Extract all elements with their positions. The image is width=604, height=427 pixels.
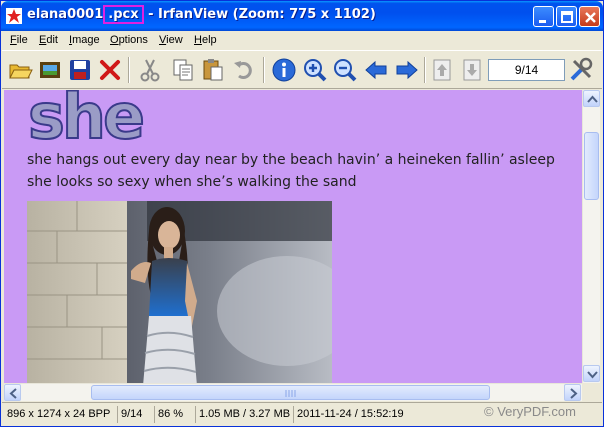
zoom-out-icon[interactable] xyxy=(332,57,358,83)
maximize-button[interactable] xyxy=(556,6,577,27)
image-viewport[interactable]: she she hangs out every day near by the … xyxy=(4,90,582,383)
delete-icon[interactable] xyxy=(97,57,123,83)
horizontal-scroll-thumb[interactable] xyxy=(91,385,490,400)
toolbar-separator xyxy=(263,57,265,83)
irfanview-app-icon[interactable] xyxy=(6,8,22,24)
chevron-left-icon xyxy=(9,388,17,399)
title-app-zoom: - IrfanView (Zoom: 775 x 1102) xyxy=(143,7,376,22)
chevron-down-icon xyxy=(587,371,598,379)
image-lyric-line-1: she hangs out every day near by the beac… xyxy=(27,152,555,168)
grip-icon xyxy=(285,390,296,397)
menu-view[interactable]: View xyxy=(159,34,183,46)
page-number-field[interactable]: 9/14 xyxy=(488,59,565,81)
title-extension-highlight: .pcx xyxy=(103,5,144,24)
close-icon xyxy=(585,12,596,23)
status-datetime: 2011-11-24 / 15:52:19 xyxy=(293,406,418,423)
scrollbar-corner xyxy=(582,383,600,401)
status-dimensions: 896 x 1274 x 24 BPP xyxy=(7,408,111,420)
open-folder-icon[interactable] xyxy=(7,57,33,83)
toolbar: 9/14 xyxy=(2,50,602,89)
scroll-right-button[interactable] xyxy=(564,384,581,401)
paste-icon[interactable] xyxy=(200,57,226,83)
info-icon[interactable] xyxy=(271,57,297,83)
menu-image[interactable]: Image xyxy=(69,34,100,46)
vertical-scroll-thumb[interactable] xyxy=(584,132,599,200)
close-button[interactable] xyxy=(579,6,600,27)
copy-icon[interactable] xyxy=(170,57,196,83)
next-icon[interactable] xyxy=(394,57,420,83)
maximize-icon xyxy=(561,11,573,23)
vertical-scrollbar[interactable] xyxy=(582,90,600,383)
page-up-icon[interactable] xyxy=(429,57,455,83)
toolbar-separator xyxy=(424,57,426,83)
previous-icon[interactable] xyxy=(363,57,389,83)
undo-icon[interactable] xyxy=(231,57,257,83)
minimize-button[interactable] xyxy=(533,6,554,27)
minimize-icon xyxy=(539,20,546,23)
watermark-text: © VeryPDF.com xyxy=(484,404,576,419)
image-lyric-line-2: she looks so sexy when she’s walking the… xyxy=(27,174,357,190)
page-down-icon[interactable] xyxy=(459,57,485,83)
horizontal-scrollbar[interactable] xyxy=(4,383,582,401)
save-icon[interactable] xyxy=(67,57,93,83)
menu-bar: File Edit Image Options View Help xyxy=(2,31,602,50)
chevron-up-icon xyxy=(587,95,598,103)
slideshow-icon[interactable] xyxy=(37,57,63,83)
window-title: elana0001 .pcx - IrfanView (Zoom: 775 x 1… xyxy=(27,5,376,24)
toolbar-separator xyxy=(128,57,130,83)
scroll-left-button[interactable] xyxy=(4,384,21,401)
status-zoom: 86 % xyxy=(154,406,194,423)
title-bar[interactable]: elana0001 .pcx - IrfanView (Zoom: 775 x 1… xyxy=(1,1,603,31)
irfanview-window: elana0001 .pcx - IrfanView (Zoom: 775 x 1… xyxy=(0,0,604,427)
status-file-size: 1.05 MB / 3.27 MB xyxy=(195,406,292,423)
title-filename: elana0001 xyxy=(27,7,104,22)
properties-icon[interactable] xyxy=(568,57,594,83)
menu-help[interactable]: Help xyxy=(194,34,217,46)
chevron-right-icon xyxy=(570,388,578,399)
menu-file[interactable]: File xyxy=(10,34,28,46)
image-heading-text: she xyxy=(27,90,146,153)
menu-options[interactable]: Options xyxy=(110,34,148,46)
menu-edit[interactable]: Edit xyxy=(39,34,58,46)
scroll-up-button[interactable] xyxy=(583,90,600,107)
cut-icon[interactable] xyxy=(137,57,163,83)
woman-photo xyxy=(27,201,332,383)
zoom-in-icon[interactable] xyxy=(302,57,328,83)
status-page: 9/14 xyxy=(117,406,153,423)
scroll-down-button[interactable] xyxy=(583,365,600,382)
